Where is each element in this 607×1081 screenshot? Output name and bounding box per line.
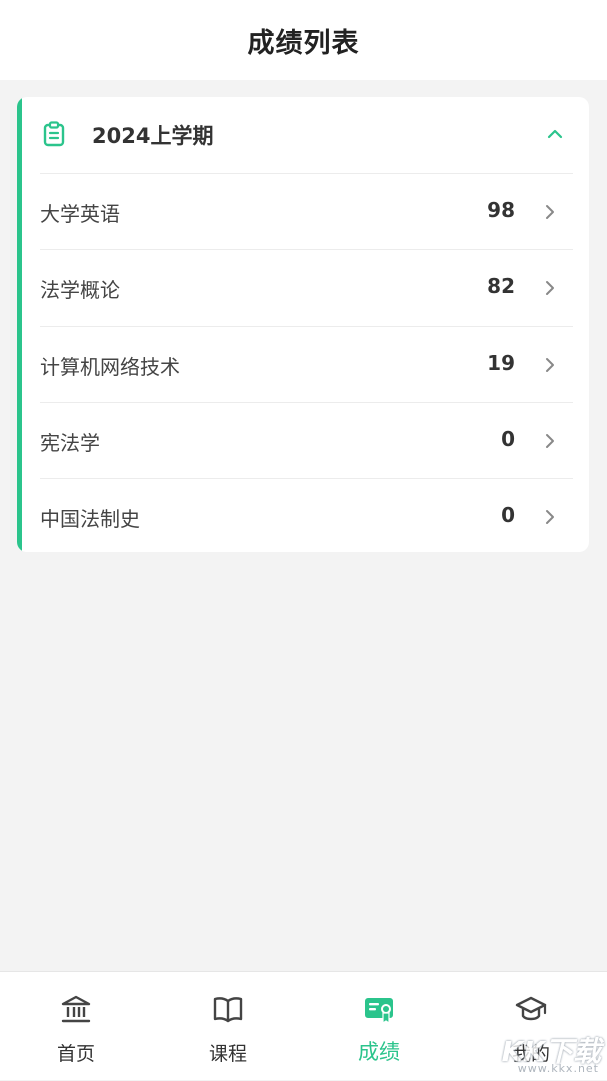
course-score: 19 bbox=[487, 351, 515, 375]
watermark: KK下载 www.kkx.net bbox=[481, 1028, 601, 1078]
course-score: 82 bbox=[487, 274, 515, 298]
grade-row[interactable]: 宪法学 0 bbox=[40, 402, 573, 478]
course-name: 计算机网络技术 bbox=[40, 355, 180, 379]
tab-grades[interactable]: 成绩 bbox=[303, 972, 455, 1081]
tab-label: 课程 bbox=[208, 1043, 247, 1065]
grade-row[interactable]: 计算机网络技术 19 bbox=[40, 326, 573, 402]
chevron-right-icon bbox=[546, 434, 554, 448]
course-name: 法学概论 bbox=[40, 278, 120, 302]
grade-row[interactable]: 中国法制史 0 bbox=[40, 478, 573, 552]
course-name: 中国法制史 bbox=[40, 507, 140, 531]
grade-row[interactable]: 法学概论 82 bbox=[40, 249, 573, 325]
tab-courses[interactable]: 课程 bbox=[152, 972, 304, 1081]
certificate-icon bbox=[365, 998, 393, 1025]
course-name: 大学英语 bbox=[40, 202, 120, 226]
course-name: 宪法学 bbox=[40, 431, 100, 455]
page-title: 成绩列表 bbox=[247, 27, 360, 59]
chevron-right-icon bbox=[546, 510, 554, 524]
book-icon bbox=[213, 997, 243, 1023]
tab-label: 成绩 bbox=[358, 1040, 400, 1064]
clipboard-icon bbox=[43, 121, 65, 147]
chevron-right-icon bbox=[546, 205, 554, 219]
grade-row[interactable]: 大学英语 98 bbox=[40, 173, 573, 249]
tab-home[interactable]: 首页 bbox=[0, 972, 152, 1081]
term-title: 2024上学期 bbox=[92, 124, 214, 148]
watermark-url: www.kkx.net bbox=[517, 1062, 599, 1075]
term-card: 2024上学期 大学英语 98 法学概论 82 计算机网络技术 19 宪法学 0… bbox=[17, 97, 589, 552]
course-score: 0 bbox=[501, 427, 515, 451]
graduation-cap-icon bbox=[515, 996, 547, 1021]
term-header[interactable]: 2024上学期 bbox=[22, 97, 589, 173]
chevron-right-icon bbox=[546, 358, 554, 372]
app-header: 成绩列表 bbox=[0, 0, 607, 80]
course-score: 0 bbox=[501, 503, 515, 527]
bank-icon bbox=[61, 995, 91, 1023]
course-score: 98 bbox=[487, 198, 515, 222]
chevron-up-icon[interactable] bbox=[545, 124, 565, 144]
tab-label: 首页 bbox=[56, 1043, 95, 1065]
chevron-right-icon bbox=[546, 281, 554, 295]
bottom-tab-bar: 首页 课程 成绩 我的 KK下载 www.kkx.net bbox=[0, 971, 607, 1080]
